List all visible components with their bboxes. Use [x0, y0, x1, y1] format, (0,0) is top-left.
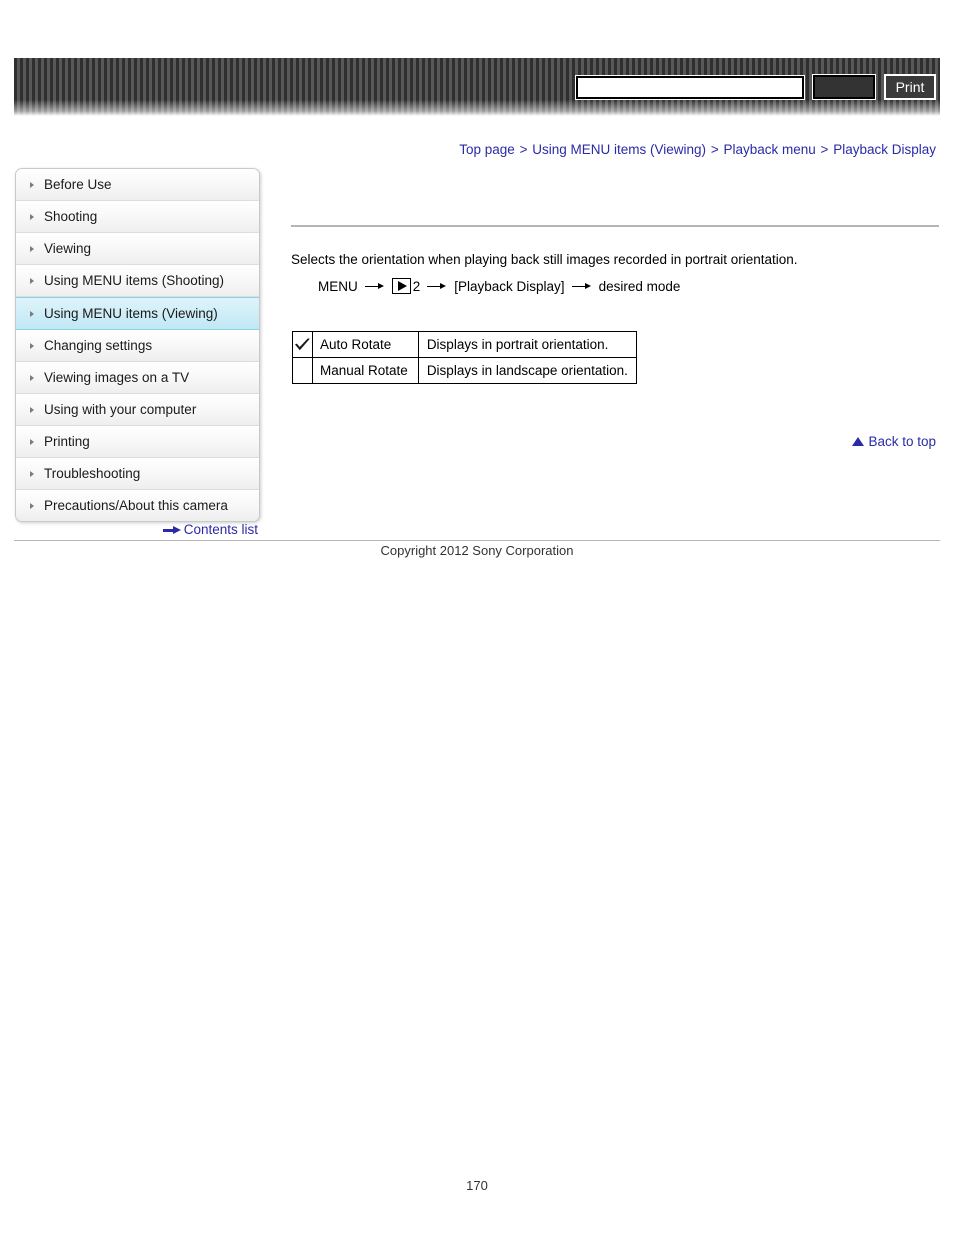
intro-paragraph: Selects the orientation when playing bac…: [291, 252, 798, 267]
search-input[interactable]: [576, 75, 804, 99]
table-row: Manual Rotate Displays in landscape orie…: [292, 357, 637, 384]
menu-path-instruction: MENU 2 [Playback Display] desired mode: [318, 278, 680, 294]
page-number: 170: [466, 1178, 488, 1193]
chevron-right-icon: [30, 342, 34, 349]
chevron-right-icon: [30, 213, 34, 220]
sidebar-item-label: Before Use: [44, 177, 112, 192]
option-description: Displays in landscape orientation.: [417, 357, 637, 384]
arrow-right-icon: [364, 282, 385, 291]
arrow-right-icon: [162, 526, 181, 535]
option-description: Displays in portrait orientation.: [417, 331, 637, 358]
sidebar-item-label: Changing settings: [44, 338, 153, 353]
back-to-top-label: Back to top: [868, 434, 936, 449]
breadcrumb-item-playback-display[interactable]: Playback Display: [833, 142, 936, 157]
chevron-right-icon: [30, 277, 34, 284]
sidebar-item-shooting[interactable]: Shooting: [16, 201, 259, 233]
triangle-up-icon: [852, 437, 865, 446]
arrow-right-icon: [427, 282, 447, 291]
option-name: Manual Rotate: [312, 357, 419, 384]
sidebar-item-label: Precautions/About this camera: [44, 498, 228, 513]
breadcrumb-item-playback-menu[interactable]: Playback menu: [723, 142, 815, 157]
menu-path-start: MENU: [318, 278, 358, 294]
playback-icon: [391, 278, 411, 294]
sidebar-item-precautions-about-this-camera[interactable]: Precautions/About this camera: [16, 490, 259, 521]
table-row: Auto Rotate Displays in portrait orienta…: [292, 331, 637, 358]
sidebar-item-viewing[interactable]: Viewing: [16, 233, 259, 265]
content-divider: [291, 225, 939, 227]
sidebar-item-label: Shooting: [44, 209, 98, 224]
back-to-top-link[interactable]: Back to top: [852, 434, 936, 449]
sidebar-navigation: Before Use Shooting Viewing Using MENU i…: [15, 168, 260, 522]
sidebar-item-label: Using MENU items (Shooting): [44, 273, 225, 288]
footer-divider: [14, 540, 940, 541]
sidebar-item-using-menu-items-viewing[interactable]: Using MENU items (Viewing): [16, 297, 259, 330]
sidebar-item-label: Viewing: [44, 241, 92, 256]
chevron-right-icon: [30, 374, 34, 381]
breadcrumb-separator: >: [519, 142, 528, 157]
sidebar-item-using-menu-items-shooting[interactable]: Using MENU items (Shooting): [16, 265, 259, 297]
contents-list-link[interactable]: Contents list: [162, 522, 258, 537]
sidebar-item-label: Viewing images on a TV: [44, 370, 190, 385]
sidebar-item-changing-settings[interactable]: Changing settings: [16, 330, 259, 362]
options-table: Auto Rotate Displays in portrait orienta…: [292, 331, 637, 384]
search-button[interactable]: [813, 75, 875, 99]
sidebar-item-troubleshooting[interactable]: Troubleshooting: [16, 458, 259, 490]
chevron-right-icon: [30, 310, 34, 317]
chevron-right-icon: [30, 470, 34, 477]
breadcrumb-separator: >: [820, 142, 829, 157]
sidebar-item-label: Using MENU items (Viewing): [44, 306, 218, 321]
print-button[interactable]: Print: [884, 74, 936, 100]
arrow-right-icon: [571, 282, 592, 291]
sidebar-item-label: Using with your computer: [44, 402, 197, 417]
contents-list-row: Contents list: [15, 522, 258, 537]
chevron-right-icon: [30, 406, 34, 413]
chevron-right-icon: [30, 245, 34, 252]
contents-list-label: Contents list: [183, 522, 258, 537]
breadcrumb-item-using-menu-items-viewing[interactable]: Using MENU items (Viewing): [532, 142, 706, 157]
breadcrumb-separator: >: [710, 142, 719, 157]
sidebar-item-label: Printing: [44, 434, 90, 449]
site-header-bar: Print: [14, 58, 940, 116]
menu-path-number: 2: [412, 278, 421, 294]
menu-path-end: desired mode: [598, 278, 681, 294]
chevron-right-icon: [30, 502, 34, 509]
chevron-right-icon: [30, 438, 34, 445]
default-marker-cell: [292, 357, 313, 384]
breadcrumb-item-top-page[interactable]: Top page: [459, 142, 515, 157]
copyright-text: Copyright 2012 Sony Corporation: [380, 543, 574, 558]
sidebar-item-using-with-your-computer[interactable]: Using with your computer: [16, 394, 259, 426]
default-marker-cell: [292, 331, 313, 358]
sidebar-item-viewing-images-on-a-tv[interactable]: Viewing images on a TV: [16, 362, 259, 394]
chevron-right-icon: [30, 181, 34, 188]
check-icon: [293, 336, 312, 354]
sidebar-item-label: Troubleshooting: [44, 466, 141, 481]
breadcrumb: Top page > Using MENU items (Viewing) > …: [459, 142, 936, 157]
sidebar-item-before-use[interactable]: Before Use: [16, 169, 259, 201]
header-controls: Print: [576, 58, 936, 116]
sidebar-item-printing[interactable]: Printing: [16, 426, 259, 458]
menu-path-item: [Playback Display]: [454, 278, 565, 294]
option-name: Auto Rotate: [312, 331, 419, 358]
